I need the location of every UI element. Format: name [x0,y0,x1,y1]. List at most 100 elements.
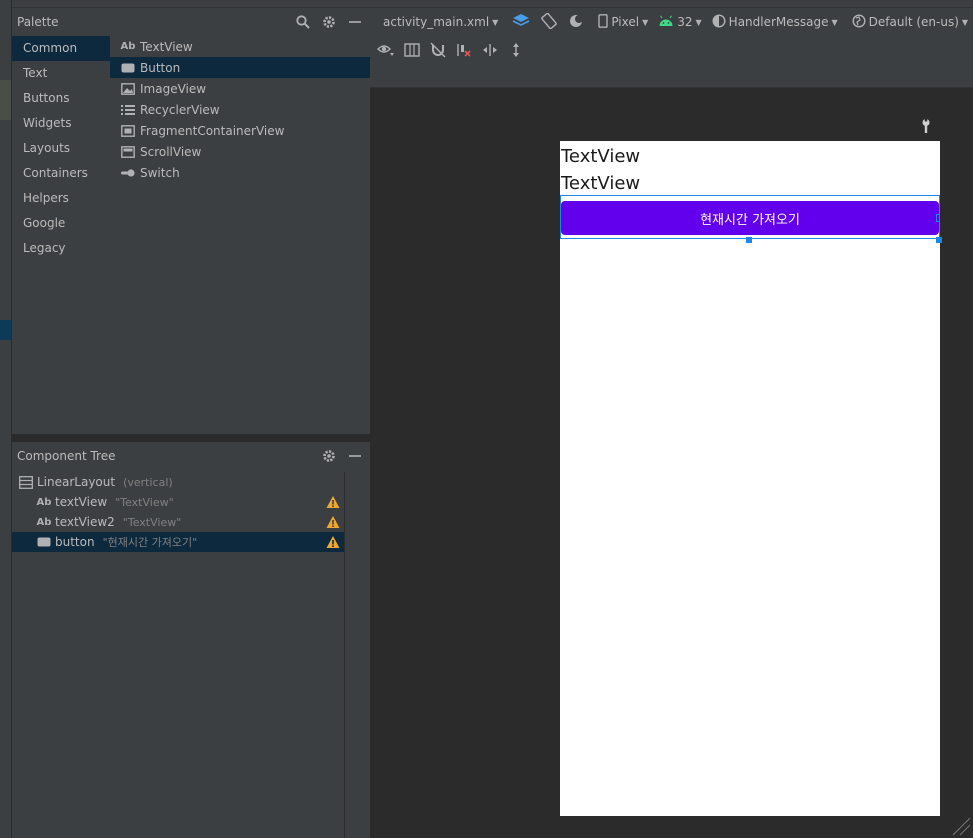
palette-panel: Palette Common Text Buttons Widgets Layo… [12,8,370,434]
palette-item-label: Button [140,60,181,75]
search-icon[interactable] [294,13,312,31]
left-tool-strip [0,0,12,838]
palette-item-switch[interactable]: Switch [110,162,370,183]
tree-node-hint: "TextView" [115,495,174,509]
preview-textview2[interactable]: TextView [561,173,640,194]
gear-icon[interactable] [320,447,338,465]
palette-category-helpers[interactable]: Helpers [12,186,110,211]
orientation-button[interactable] [535,8,563,36]
palette-item-textview[interactable]: Ab TextView [110,36,370,57]
warning-icon[interactable] [326,515,340,529]
component-tree-header: Component Tree [12,442,370,470]
design-surface-button[interactable] [507,8,535,36]
palette-header: Palette [12,8,370,36]
tree-node-hint: (vertical) [123,475,173,489]
magnet-off-icon[interactable] [428,41,448,59]
palette-category-common[interactable]: Common [12,36,110,61]
warning-icon[interactable] [326,495,340,509]
palette-categories: Common Text Buttons Widgets Layouts Cont… [12,36,110,434]
theme-icon [712,13,726,31]
tree-node-textview2[interactable]: Ab textView2 "TextView" [12,512,344,532]
api-level-selector[interactable]: 32 ▼ [653,8,706,36]
phone-icon [598,13,609,31]
chevron-down-icon: ▼ [831,17,838,27]
scrollview-icon [121,145,135,159]
palette-category-google[interactable]: Google [12,211,110,236]
night-mode-icon [568,13,584,32]
tree-node-hint: "현재시간 가져오기" [102,536,198,549]
minimize-icon[interactable] [346,447,364,465]
minimize-icon[interactable] [346,13,364,31]
api-level: 32 [677,15,693,29]
resize-handle-bottom[interactable] [746,237,752,243]
tree-node-label: LinearLayout [37,475,116,489]
palette-items: Ab TextView Button ImageView RecyclerVie… [110,36,370,434]
palette-category-text[interactable]: Text [12,61,110,86]
chevron-down-icon: ▼ [642,17,649,27]
palette-category-containers[interactable]: Containers [12,161,110,186]
resize-handle-corner[interactable] [936,237,942,243]
chevron-down-icon: ▼ [961,17,969,27]
device-preview[interactable]: TextView TextView 현재시간 가져오기 [560,141,942,816]
tree-node-label: textView [55,495,108,509]
globe-icon [852,13,866,31]
preview-button[interactable]: 현재시간 가져오기 [561,201,939,235]
list-icon [121,103,135,117]
resize-grip-icon[interactable] [949,814,971,836]
theme-selector[interactable]: HandlerMessage ▼ [707,8,843,36]
palette-item-fragmentcontainerview[interactable]: FragmentContainerView [110,120,370,141]
panel-splitter[interactable] [12,434,370,442]
palette-category-legacy[interactable]: Legacy [12,236,110,261]
view-options-toolbar [370,36,973,88]
tree-node-label: button [55,535,95,549]
palette-category-layouts[interactable]: Layouts [12,136,110,161]
button-icon [37,535,51,549]
design-toolbar: activity_main.xml ▼ Pixel ▼ 32 ▼ Handler… [370,8,973,36]
textview-icon: Ab [120,41,136,52]
device-selector[interactable]: Pixel ▼ [593,8,653,36]
palette-item-scrollview[interactable]: ScrollView [110,141,370,162]
tree-node-button[interactable]: button "현재시간 가져오기" [12,532,344,552]
palette-category-widgets[interactable]: Widgets [12,111,110,136]
preview-textview[interactable]: TextView [561,146,640,167]
layers-icon [512,13,530,32]
top-edge [12,0,973,8]
linearlayout-icon [19,475,33,489]
component-tree-title: Component Tree [17,449,116,463]
wrench-icon[interactable] [918,118,934,134]
tree-node-linearlayout[interactable]: LinearLayout (vertical) [12,472,344,492]
locale-name: Default (en-us) [868,15,959,29]
expand-vertical-icon[interactable] [506,41,526,59]
tree-node-label: textView2 [55,515,115,529]
tree-node-textview[interactable]: Ab textView "TextView" [12,492,344,512]
palette-item-recyclerview[interactable]: RecyclerView [110,99,370,120]
palette-item-button[interactable]: Button [110,57,370,78]
eye-icon[interactable] [376,41,396,59]
palette-item-imageview[interactable]: ImageView [110,78,370,99]
locale-selector[interactable]: Default (en-us) ▼ [847,8,973,36]
blueprint-icon[interactable] [402,41,422,59]
theme-name: HandlerMessage [728,15,829,29]
clear-constraints-icon[interactable] [454,41,474,59]
switch-icon [121,166,135,180]
file-selector[interactable]: activity_main.xml ▼ [378,8,503,36]
palette-item-label: ImageView [140,81,207,96]
component-tree: LinearLayout (vertical) Ab textView "Tex… [12,472,344,838]
tree-scrollbar[interactable] [344,472,370,838]
gear-icon[interactable] [320,13,338,31]
expand-horizontal-icon[interactable] [480,41,500,59]
image-icon [121,82,135,96]
tree-node-hint: "TextView" [122,515,182,529]
file-name: activity_main.xml [383,15,490,29]
palette-item-label: Switch [140,165,180,180]
fragment-icon [121,124,135,138]
anchor-handle-right[interactable] [936,214,940,222]
night-mode-button[interactable] [563,8,589,36]
tool-strip-marker [0,80,11,120]
warning-icon[interactable] [326,535,340,549]
chevron-down-icon: ▼ [492,17,499,27]
android-icon [658,15,674,30]
palette-category-buttons[interactable]: Buttons [12,86,110,111]
palette-item-label: TextView [140,39,193,54]
palette-item-label: FragmentContainerView [140,123,285,138]
